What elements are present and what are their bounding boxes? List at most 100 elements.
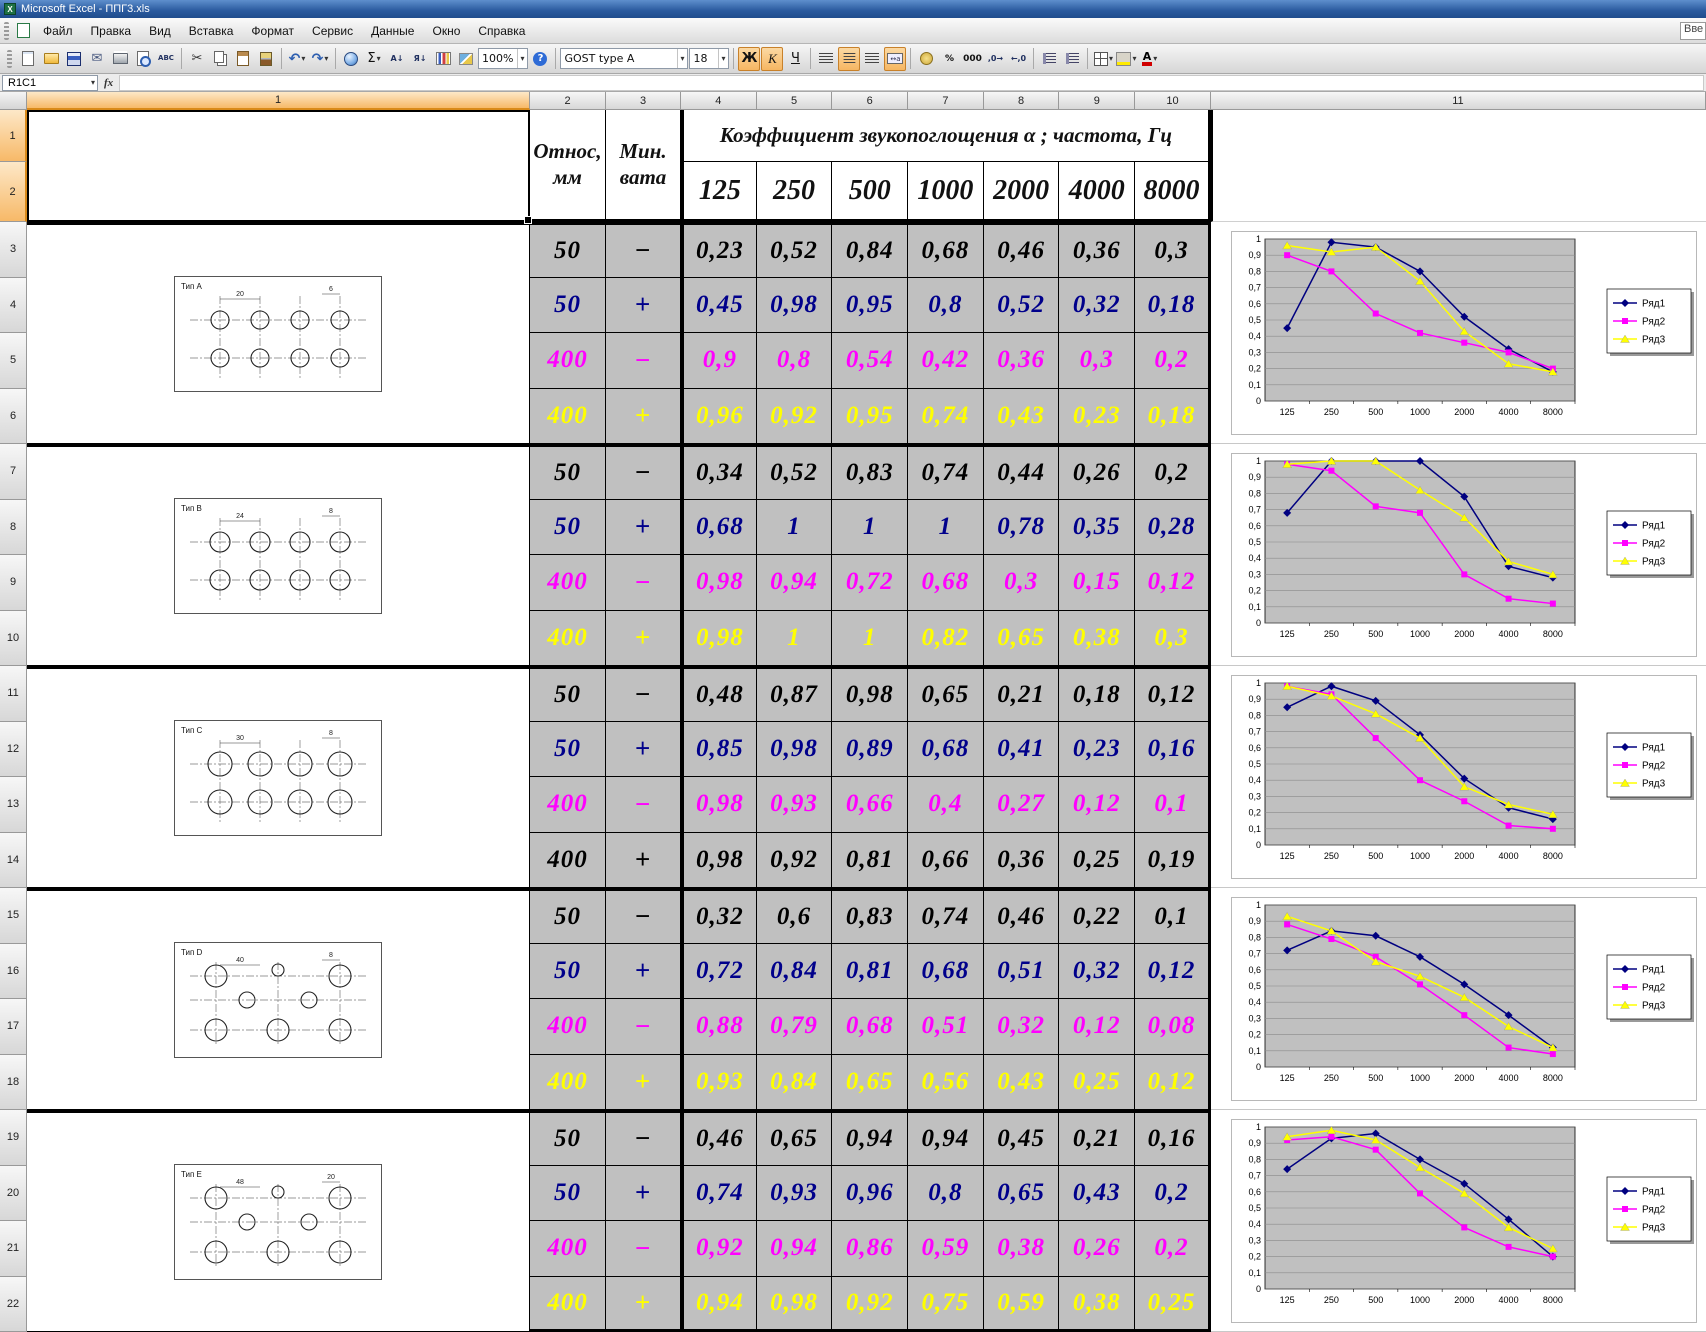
value-cell[interactable]: 0,98	[681, 777, 757, 833]
value-cell[interactable]: 0,65	[983, 1165, 1060, 1221]
value-cell[interactable]: 0,4	[908, 777, 984, 833]
row-header-19[interactable]: 19	[0, 1110, 27, 1166]
value-cell[interactable]: 0,1	[1135, 888, 1211, 944]
increase-decimal-button[interactable]: ,0→	[984, 47, 1006, 71]
value-cell[interactable]: 0,89	[832, 721, 909, 777]
print-preview-button[interactable]	[132, 47, 154, 71]
header-empty-cell[interactable]	[1210, 110, 1706, 222]
zoom-select[interactable]: 100% ▾	[478, 48, 529, 69]
row-header-22[interactable]: 22	[0, 1276, 27, 1332]
value-cell[interactable]: 0,98	[756, 277, 833, 333]
header-frequency-250[interactable]: 250	[756, 162, 833, 222]
value-cell[interactable]: 0,65	[908, 666, 984, 722]
insert-function-button[interactable]: fx	[104, 77, 113, 89]
value-cell[interactable]: 0,9	[681, 333, 757, 389]
font-name-select[interactable]: GOST type A ▾	[560, 48, 689, 69]
thickness-cell[interactable]: 400	[530, 555, 606, 611]
merge-center-button[interactable]	[884, 46, 907, 71]
absorption-chart-5[interactable]: 0 0,1 0,2 0,3 0,4 0,5 0,6 0,7 0,8 0,9 1 125 250 500 10…	[1230, 1118, 1697, 1323]
value-cell[interactable]: 0,32	[1059, 277, 1136, 333]
header-thickness[interactable]: Относ, мм	[530, 110, 606, 222]
thickness-cell[interactable]: 400	[530, 333, 606, 389]
pattern-cell-1[interactable]: Тип A 20 6	[27, 222, 530, 444]
email-button[interactable]: ✉	[86, 47, 108, 71]
perforation-diagram[interactable]: Тип A 20 6	[174, 276, 382, 392]
perforation-diagram[interactable]: Тип C 30 8	[174, 720, 382, 836]
row-header-9[interactable]: 9	[0, 555, 27, 611]
column-header-3[interactable]: 3	[606, 92, 681, 110]
value-cell[interactable]: 0,2	[1135, 1165, 1211, 1221]
value-cell[interactable]: 0,94	[756, 555, 833, 611]
value-cell[interactable]: 0,23	[681, 222, 757, 278]
value-cell[interactable]: 0,81	[832, 832, 909, 888]
row-header-20[interactable]: 20	[0, 1165, 27, 1221]
menu-6[interactable]: Сервис	[303, 20, 362, 42]
row-header-5[interactable]: 5	[0, 333, 27, 389]
pattern-cell-4[interactable]: Тип D 40 8	[27, 888, 530, 1110]
value-cell[interactable]: 0,68	[832, 999, 909, 1055]
wool-cell[interactable]: +	[606, 721, 681, 777]
value-cell[interactable]: 0,68	[908, 721, 984, 777]
header-frequency-1000[interactable]: 1000	[908, 162, 984, 222]
value-cell[interactable]: 0,98	[681, 832, 757, 888]
value-cell[interactable]: 0,86	[832, 1221, 909, 1277]
value-cell[interactable]: 0,28	[1135, 499, 1211, 555]
thickness-cell[interactable]: 400	[530, 777, 606, 833]
value-cell[interactable]: 0,08	[1135, 999, 1211, 1055]
sort-ascending-button[interactable]: А↓	[386, 47, 408, 71]
value-cell[interactable]: 0,36	[983, 333, 1060, 389]
value-cell[interactable]: 0,2	[1135, 444, 1211, 500]
value-cell[interactable]: 0,2	[1135, 1221, 1211, 1277]
value-cell[interactable]: 1	[756, 610, 833, 666]
menu-1[interactable]: Файл	[34, 20, 82, 42]
wool-cell[interactable]: −	[606, 777, 681, 833]
row-header-3[interactable]: 3	[0, 222, 27, 278]
wool-cell[interactable]: +	[606, 499, 681, 555]
value-cell[interactable]: 0,12	[1135, 666, 1211, 722]
column-header-5[interactable]: 5	[756, 92, 833, 110]
perforation-diagram[interactable]: Тип E 48 20	[174, 1164, 382, 1280]
value-cell[interactable]: 0,87	[756, 666, 833, 722]
pattern-cell-3[interactable]: Тип C 30 8	[27, 666, 530, 888]
value-cell[interactable]: 0,12	[1135, 555, 1211, 611]
thickness-cell[interactable]: 50	[530, 721, 606, 777]
value-cell[interactable]: 0,22	[1059, 888, 1136, 944]
value-cell[interactable]: 1	[832, 499, 909, 555]
value-cell[interactable]: 0,46	[983, 888, 1060, 944]
column-header-8[interactable]: 8	[983, 92, 1060, 110]
value-cell[interactable]: 0,65	[756, 1110, 833, 1166]
absorption-chart-1[interactable]: 0 0,1 0,2 0,3 0,4 0,5 0,6 0,7 0,8 0,9 1 125 250 500 10…	[1230, 230, 1697, 435]
wool-cell[interactable]: −	[606, 444, 681, 500]
menu-7[interactable]: Данные	[362, 20, 423, 42]
column-header-9[interactable]: 9	[1059, 92, 1136, 110]
value-cell[interactable]: 0,74	[908, 444, 984, 500]
value-cell[interactable]: 0,1	[1135, 777, 1211, 833]
thickness-cell[interactable]: 400	[530, 610, 606, 666]
value-cell[interactable]: 0,65	[983, 610, 1060, 666]
wool-cell[interactable]: −	[606, 555, 681, 611]
wool-cell[interactable]: +	[606, 277, 681, 333]
value-cell[interactable]: 0,98	[756, 1276, 833, 1332]
perforation-diagram[interactable]: Тип D 40 8	[174, 942, 382, 1058]
value-cell[interactable]: 0,46	[681, 1110, 757, 1166]
wool-cell[interactable]: −	[606, 666, 681, 722]
value-cell[interactable]: 0,68	[908, 943, 984, 999]
thickness-cell[interactable]: 50	[530, 277, 606, 333]
value-cell[interactable]: 0,74	[681, 1165, 757, 1221]
thickness-cell[interactable]: 50	[530, 943, 606, 999]
row-header-17[interactable]: 17	[0, 999, 27, 1055]
name-box[interactable]: R1C1 ▾	[2, 74, 98, 91]
italic-button[interactable]: К	[761, 46, 784, 71]
value-cell[interactable]: 1	[908, 499, 984, 555]
value-cell[interactable]: 0,95	[832, 277, 909, 333]
value-cell[interactable]: 0,84	[832, 222, 909, 278]
thickness-cell[interactable]: 400	[530, 1221, 606, 1277]
value-cell[interactable]: 0,42	[908, 333, 984, 389]
value-cell[interactable]: 0,68	[908, 555, 984, 611]
wool-cell[interactable]: −	[606, 222, 681, 278]
wool-cell[interactable]: −	[606, 888, 681, 944]
thickness-cell[interactable]: 50	[530, 222, 606, 278]
value-cell[interactable]: 0,72	[681, 943, 757, 999]
menu-8[interactable]: Окно	[423, 20, 469, 42]
value-cell[interactable]: 0,15	[1059, 555, 1136, 611]
